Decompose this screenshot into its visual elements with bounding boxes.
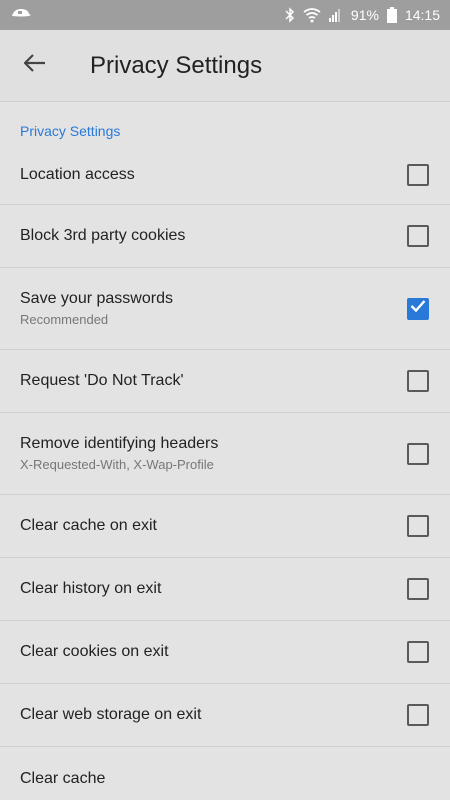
item-text: Clear cache bbox=[20, 770, 430, 788]
clear-history-on-exit-checkbox[interactable] bbox=[407, 578, 429, 600]
wifi-icon bbox=[303, 7, 321, 23]
item-title: Clear history on exit bbox=[20, 580, 162, 597]
setting-clear-cookies-on-exit[interactable]: Clear cookies on exit bbox=[0, 621, 450, 684]
item-title: Clear cache bbox=[20, 769, 106, 787]
item-title: Location access bbox=[20, 165, 135, 183]
item-text: Clear cookies on exit bbox=[20, 643, 407, 661]
item-text: Block 3rd party cookies bbox=[20, 227, 407, 245]
setting-do-not-track[interactable]: Request 'Do Not Track' bbox=[0, 350, 450, 413]
remove-headers-checkbox[interactable] bbox=[407, 442, 429, 465]
setting-clear-history-on-exit[interactable]: Clear history on exit bbox=[0, 558, 450, 621]
item-title: Clear web storage on exit bbox=[20, 706, 202, 723]
status-left bbox=[10, 7, 285, 24]
save-passwords-checkbox[interactable] bbox=[407, 297, 429, 320]
item-text: Remove identifying headers X-Requested-W… bbox=[20, 435, 407, 472]
item-text: Clear history on exit bbox=[20, 580, 407, 598]
checkmark-icon bbox=[410, 299, 426, 318]
app-notification-icon bbox=[10, 7, 32, 24]
setting-save-passwords[interactable]: Save your passwords Recommended bbox=[0, 268, 450, 350]
item-text: Clear web storage on exit bbox=[20, 706, 407, 724]
item-title: Request 'Do Not Track' bbox=[20, 372, 184, 389]
do-not-track-checkbox[interactable] bbox=[407, 370, 429, 392]
setting-clear-cache[interactable]: Clear cache bbox=[0, 747, 450, 800]
setting-clear-web-storage-on-exit[interactable]: Clear web storage on exit bbox=[0, 684, 450, 747]
settings-list: Location access Block 3rd party cookies … bbox=[0, 145, 450, 800]
page-title: Privacy Settings bbox=[90, 51, 263, 79]
section-header: Privacy Settings bbox=[20, 123, 121, 139]
item-text: Location access bbox=[20, 166, 407, 184]
setting-location-access[interactable]: Location access bbox=[0, 145, 450, 205]
item-title: Block 3rd party cookies bbox=[20, 227, 186, 244]
setting-remove-identifying-headers[interactable]: Remove identifying headers X-Requested-W… bbox=[0, 413, 450, 495]
item-subtitle: X-Requested-With, X-Wap-Profile bbox=[20, 457, 214, 472]
item-title: Clear cookies on exit bbox=[20, 643, 169, 660]
block-cookies-checkbox[interactable] bbox=[407, 225, 429, 247]
battery-percent: 91% bbox=[350, 7, 379, 23]
clear-cookies-on-exit-checkbox[interactable] bbox=[407, 641, 429, 663]
back-button[interactable] bbox=[0, 30, 70, 102]
item-title: Clear cache on exit bbox=[20, 517, 157, 534]
setting-block-3rd-party-cookies[interactable]: Block 3rd party cookies bbox=[0, 205, 450, 268]
item-subtitle: Recommended bbox=[20, 312, 109, 327]
status-right: 91% 14:15 bbox=[285, 7, 440, 23]
signal-icon bbox=[328, 8, 343, 22]
clear-cache-on-exit-checkbox[interactable] bbox=[407, 515, 429, 537]
status-bar: 91% 14:15 bbox=[0, 0, 450, 30]
bluetooth-icon bbox=[285, 7, 295, 23]
clear-web-storage-on-exit-checkbox[interactable] bbox=[407, 704, 429, 726]
item-title: Save your passwords bbox=[20, 290, 173, 307]
app-bar: Privacy Settings bbox=[0, 30, 450, 102]
item-text: Clear cache on exit bbox=[20, 517, 407, 535]
item-title: Remove identifying headers bbox=[20, 435, 219, 452]
location-access-checkbox[interactable] bbox=[407, 163, 429, 186]
item-text: Save your passwords Recommended bbox=[20, 290, 407, 327]
setting-clear-cache-on-exit[interactable]: Clear cache on exit bbox=[0, 495, 450, 558]
arrow-left-icon bbox=[23, 54, 46, 77]
clock: 14:15 bbox=[404, 7, 440, 23]
battery-icon bbox=[386, 7, 397, 23]
item-text: Request 'Do Not Track' bbox=[20, 372, 407, 390]
